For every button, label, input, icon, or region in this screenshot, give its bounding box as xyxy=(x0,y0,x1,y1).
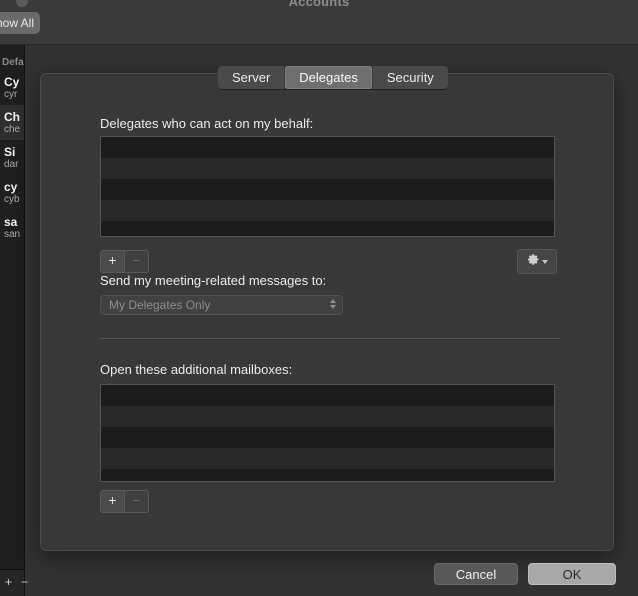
list-row xyxy=(101,158,554,179)
sidebar-item-3[interactable]: cy cyb xyxy=(0,175,24,210)
section-divider xyxy=(100,338,560,339)
meeting-messages-value: My Delegates Only xyxy=(109,298,211,312)
delegates-add-remove: + − xyxy=(100,250,149,273)
accounts-sidebar: Default Cy cyr Ch che Si dar cy cyb sa s… xyxy=(0,45,25,596)
list-row xyxy=(101,427,554,448)
sidebar-item-2[interactable]: Si dar xyxy=(0,140,24,175)
sidebar-item-sub: che xyxy=(4,124,21,135)
sidebar-add-account-button[interactable]: + xyxy=(1,575,16,590)
mailboxes-list-label: Open these additional mailboxes: xyxy=(100,362,293,377)
window-title: Accounts xyxy=(288,0,350,9)
list-row xyxy=(101,469,554,481)
account-tabs: Server Delegates Security xyxy=(218,66,448,89)
sidebar-item-name: Si xyxy=(4,145,16,159)
cancel-button[interactable]: Cancel xyxy=(434,563,518,585)
sidebar-item-0[interactable]: Cy cyr xyxy=(0,70,24,105)
mailboxes-add-button[interactable]: + xyxy=(101,491,125,512)
sidebar-item-1[interactable]: Ch che xyxy=(0,105,24,140)
tab-security[interactable]: Security xyxy=(372,66,448,89)
sidebar-item-sub: san xyxy=(4,229,21,240)
sidebar-section-label: Default xyxy=(2,57,24,68)
gear-icon xyxy=(527,253,540,271)
list-row xyxy=(101,385,554,406)
delegates-remove-button: − xyxy=(125,251,148,272)
mailboxes-remove-button: − xyxy=(125,491,148,512)
sidebar-remove-account-button[interactable]: − xyxy=(17,575,32,590)
delegates-list-label: Delegates who can act on my behalf: xyxy=(100,116,314,131)
list-row xyxy=(101,406,554,427)
stepper-arrows-icon xyxy=(330,299,336,309)
tab-delegates[interactable]: Delegates xyxy=(285,66,373,89)
list-row xyxy=(101,179,554,200)
mailboxes-add-remove: + − xyxy=(100,490,149,513)
sidebar-item-name: sa xyxy=(4,215,18,229)
screen: Accounts Show All Default Cy cyr Ch che … xyxy=(0,0,638,596)
delegates-add-button[interactable]: + xyxy=(101,251,125,272)
ok-button[interactable]: OK xyxy=(528,563,616,585)
sidebar-item-sub: cyr xyxy=(4,89,18,100)
sidebar-item-4[interactable]: sa san xyxy=(0,210,24,245)
chevron-down-icon xyxy=(541,259,548,264)
sidebar-item-sub: dar xyxy=(4,159,19,170)
delegates-list[interactable] xyxy=(100,136,555,237)
list-row xyxy=(101,448,554,469)
meeting-messages-select[interactable]: My Delegates Only xyxy=(100,295,343,315)
show-all-button[interactable]: Show All xyxy=(0,12,40,34)
sidebar-item-name: Cy xyxy=(4,75,20,89)
sidebar-item-name: Ch xyxy=(4,110,20,124)
sidebar-item-name: cy xyxy=(4,180,18,194)
list-row xyxy=(101,221,554,236)
mailboxes-list[interactable] xyxy=(100,384,555,482)
sidebar-item-sub: cyb xyxy=(4,194,20,205)
meeting-messages-label: Send my meeting-related messages to: xyxy=(100,273,327,288)
list-row xyxy=(101,200,554,221)
sidebar-footer: + − xyxy=(0,569,28,596)
delegates-action-menu-button[interactable] xyxy=(517,249,557,274)
tab-server[interactable]: Server xyxy=(218,66,286,89)
list-row xyxy=(101,137,554,158)
